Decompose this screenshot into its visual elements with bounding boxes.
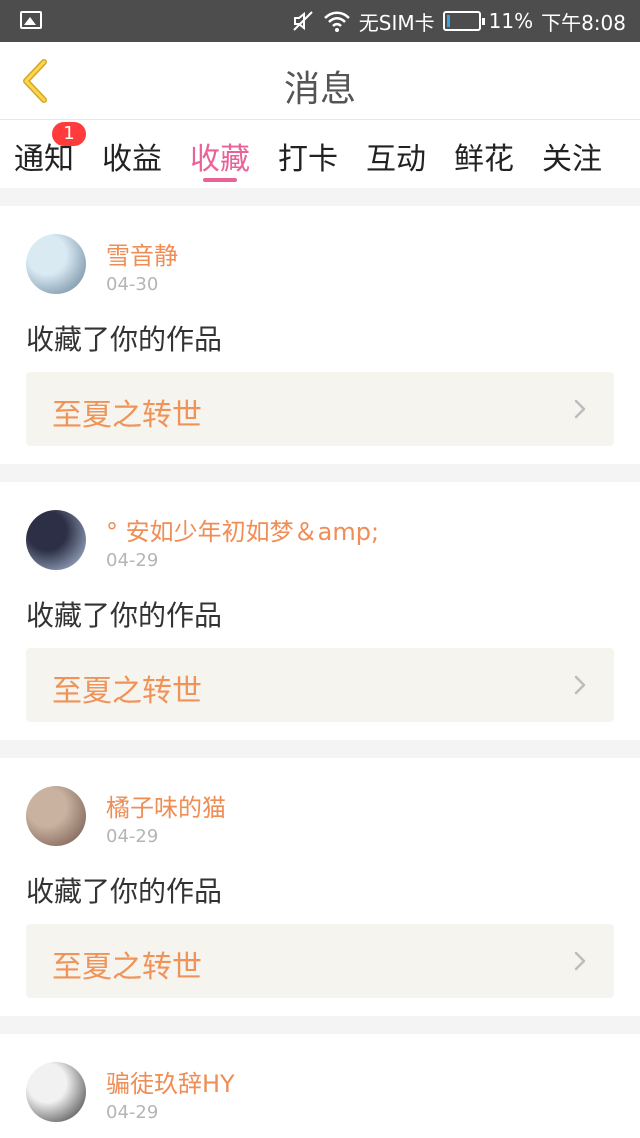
image-notification-icon — [20, 11, 42, 29]
timestamp: 04-29 — [106, 826, 159, 847]
chevron-right-icon — [574, 951, 586, 971]
message-text: 收藏了你的作品 — [26, 599, 223, 632]
message-text: 收藏了你的作品 — [26, 323, 223, 356]
list-item: 雪音静 04-30 收藏了你的作品 至夏之转世 — [0, 206, 640, 464]
wifi-icon — [323, 9, 351, 33]
chevron-right-icon — [574, 675, 586, 695]
avatar[interactable] — [26, 1062, 86, 1122]
page-title: 消息 — [283, 69, 356, 110]
tab-label: 收藏 — [190, 142, 250, 177]
active-tab-indicator — [203, 178, 237, 182]
sim-status-text: 无SIM卡 — [358, 10, 435, 35]
avatar[interactable] — [26, 510, 86, 570]
timestamp: 04-29 — [106, 550, 159, 571]
tab-earnings[interactable]: 收益 — [88, 120, 176, 188]
battery-percent: 11% — [488, 9, 534, 33]
tab-label: 通知 — [14, 142, 74, 177]
tab-label: 关注 — [542, 142, 602, 177]
tab-label: 鲜花 — [454, 142, 514, 177]
app-header: 消息 — [0, 42, 640, 120]
battery-fill — [446, 15, 450, 27]
username-link[interactable]: 骗徒玖辞HY — [106, 1064, 235, 1099]
clock: 下午8:08 — [541, 10, 626, 35]
message-text: 收藏了你的作品 — [26, 875, 223, 908]
username-link[interactable]: ° 安如少年初如梦＆amp; — [106, 512, 379, 547]
notification-badge: 1 — [52, 122, 86, 146]
avatar[interactable] — [26, 786, 86, 846]
list-item: ° 安如少年初如梦＆amp; 04-29 收藏了你的作品 至夏之转世 — [0, 482, 640, 740]
list-item: 骗徒玖辞HY 04-29 — [0, 1034, 640, 1138]
work-link[interactable]: 至夏之转世 — [26, 924, 614, 998]
tab-checkin[interactable]: 打卡 — [264, 120, 352, 188]
avatar[interactable] — [26, 234, 86, 294]
tab-label: 收益 — [102, 142, 162, 177]
tab-follow[interactable]: 关注 — [528, 120, 616, 188]
timestamp: 04-30 — [106, 274, 159, 295]
username-link[interactable]: 雪音静 — [106, 236, 178, 271]
status-bar: 无SIM卡 11% 下午8:08 — [0, 0, 640, 42]
work-title: 至夏之转世 — [52, 398, 202, 433]
work-link[interactable]: 至夏之转世 — [26, 372, 614, 446]
chevron-right-icon — [574, 399, 586, 419]
mute-icon — [291, 9, 315, 33]
message-list: 雪音静 04-30 收藏了你的作品 至夏之转世 ° 安如少年初如梦＆amp; 0… — [0, 206, 640, 1138]
username-link[interactable]: 橘子味的猫 — [106, 788, 226, 823]
tab-flowers[interactable]: 鲜花 — [440, 120, 528, 188]
tab-notifications[interactable]: 通知 1 — [0, 120, 88, 188]
tab-label: 互动 — [366, 142, 426, 177]
list-item: 橘子味的猫 04-29 收藏了你的作品 至夏之转世 — [0, 758, 640, 1016]
status-bar-right: 无SIM卡 11% 下午8:08 — [291, 0, 626, 42]
work-title: 至夏之转世 — [52, 674, 202, 709]
tab-interaction[interactable]: 互动 — [352, 120, 440, 188]
work-title: 至夏之转世 — [52, 950, 202, 985]
tab-label: 打卡 — [278, 142, 338, 177]
work-link[interactable]: 至夏之转世 — [26, 648, 614, 722]
tab-favorites[interactable]: 收藏 — [176, 120, 264, 188]
timestamp: 04-29 — [106, 1102, 159, 1123]
battery-icon — [442, 11, 485, 31]
tab-bar: 通知 1 收益 收藏 打卡 互动 鲜花 关注 — [0, 120, 640, 188]
